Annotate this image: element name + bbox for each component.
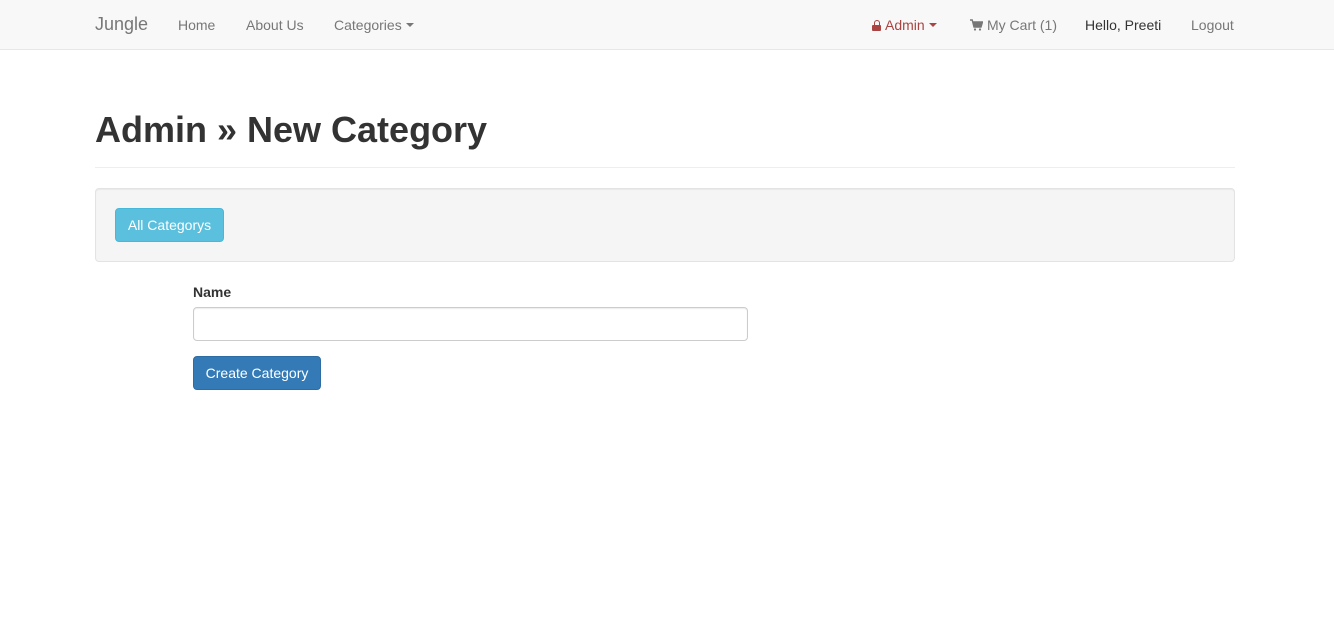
nav-home-link[interactable]: Home	[178, 15, 215, 35]
nav-categories-label: Categories	[334, 17, 402, 33]
nav-categories-dropdown[interactable]: Categories	[334, 15, 414, 35]
nav-about-link[interactable]: About Us	[246, 15, 304, 35]
page-title: Admin » New Category	[95, 109, 488, 150]
all-categories-button[interactable]: All Categorys	[115, 208, 224, 242]
nav-cart-label: My Cart (1)	[987, 17, 1057, 33]
nav-admin-dropdown[interactable]: Admin	[872, 15, 937, 35]
nav-cart-link[interactable]: My Cart (1)	[970, 15, 1057, 35]
top-navbar: Jungle Home About Us Categories Admin My…	[0, 0, 1334, 50]
user-greeting: Hello, Preeti	[1085, 17, 1162, 33]
title-divider	[95, 167, 1235, 168]
name-input[interactable]	[193, 307, 748, 341]
action-well	[95, 188, 1235, 262]
caret-down-icon	[405, 23, 414, 28]
cart-icon	[970, 19, 983, 31]
caret-down-icon	[928, 23, 937, 28]
create-category-button[interactable]: Create Category	[193, 356, 321, 390]
name-label: Name	[193, 284, 232, 300]
brand-link[interactable]: Jungle	[95, 14, 148, 34]
nav-admin-label: Admin	[885, 17, 925, 33]
lock-icon	[872, 20, 881, 31]
logout-link[interactable]: Logout	[1191, 15, 1234, 35]
